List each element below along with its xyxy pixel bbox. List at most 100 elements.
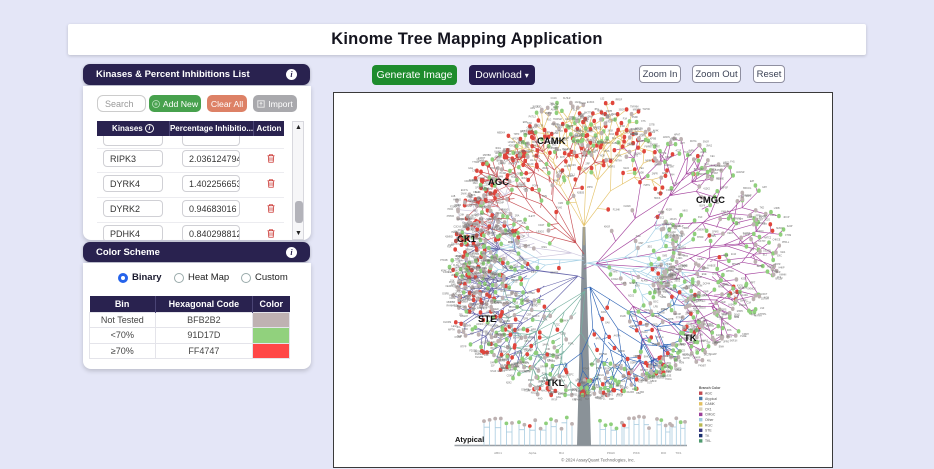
svg-text:CR3SA: CR3SA xyxy=(511,291,519,294)
svg-text:BDGFB: BDGFB xyxy=(672,226,680,228)
svg-text:1KP1G: 1KP1G xyxy=(606,115,614,117)
svg-text:T444A: T444A xyxy=(471,277,478,280)
svg-text:SNM: SNM xyxy=(654,165,659,167)
svg-text:AK4K: AK4K xyxy=(653,129,659,132)
svg-text:RTE: RTE xyxy=(635,356,640,358)
svg-text:ND22: ND22 xyxy=(628,296,635,298)
svg-text:HLK: HLK xyxy=(705,164,710,166)
svg-text:T2C: T2C xyxy=(556,325,561,327)
svg-text:KNGB: KNGB xyxy=(455,337,462,339)
svg-text:HK1: HK1 xyxy=(609,394,614,396)
svg-text:HPKK: HPKK xyxy=(722,215,729,217)
svg-text:RSPGD: RSPGD xyxy=(599,354,608,356)
svg-text:RTFP: RTFP xyxy=(460,346,466,348)
svg-text:DKGT: DKGT xyxy=(627,379,634,381)
svg-text:HATC2: HATC2 xyxy=(764,237,772,240)
svg-text:1MFE: 1MFE xyxy=(567,127,574,129)
svg-text:KDC: KDC xyxy=(656,282,661,284)
svg-text:DMR: DMR xyxy=(588,116,594,118)
svg-text:PLG: PLG xyxy=(536,304,541,306)
svg-text:ABC1: ABC1 xyxy=(494,451,502,455)
svg-text:3KDM: 3KDM xyxy=(626,369,632,371)
svg-text:E3E: E3E xyxy=(667,376,672,378)
svg-text:FNC: FNC xyxy=(549,368,554,370)
svg-text:4LETT: 4LETT xyxy=(528,216,535,218)
svg-text:PKNBT: PKNBT xyxy=(698,366,706,368)
svg-text:GBEN: GBEN xyxy=(727,294,734,296)
svg-text:DSHPB: DSHPB xyxy=(521,390,529,392)
svg-text:KNPFC: KNPFC xyxy=(532,316,540,318)
svg-text:CER: CER xyxy=(721,302,726,304)
svg-text:AKFNH: AKFNH xyxy=(754,314,762,317)
svg-text:F21: F21 xyxy=(542,374,547,376)
svg-text:TIF1: TIF1 xyxy=(675,451,681,455)
svg-text:FCL4H: FCL4H xyxy=(673,279,681,281)
svg-text:BGN: BGN xyxy=(660,348,665,350)
svg-text:KMF: KMF xyxy=(558,203,563,205)
svg-text:HDA: HDA xyxy=(645,309,650,312)
svg-text:GER: GER xyxy=(494,309,499,311)
svg-text:4MRK: 4MRK xyxy=(688,150,695,152)
svg-text:3R1N: 3R1N xyxy=(726,336,732,338)
svg-text:HKG: HKG xyxy=(647,143,652,145)
svg-text:SSLH: SSLH xyxy=(462,223,468,225)
svg-text:FLN: FLN xyxy=(529,350,534,352)
svg-text:1M4: 1M4 xyxy=(670,174,675,176)
svg-text:4GT: 4GT xyxy=(563,150,568,152)
svg-text:HNE: HNE xyxy=(734,317,739,319)
svg-text:KH1R: KH1R xyxy=(604,226,610,228)
svg-text:DM4: DM4 xyxy=(473,183,479,185)
svg-text:BCHKS: BCHKS xyxy=(513,337,521,339)
svg-text:GRT: GRT xyxy=(680,143,685,145)
svg-text:FLPPM: FLPPM xyxy=(576,131,584,133)
svg-text:KSF: KSF xyxy=(698,217,703,219)
svg-text:MTNH: MTNH xyxy=(615,160,622,162)
svg-text:TL2TG: TL2TG xyxy=(722,285,729,287)
svg-text:ME32: ME32 xyxy=(607,392,614,394)
svg-text:4GK2B: 4GK2B xyxy=(509,146,517,148)
svg-text:DG12: DG12 xyxy=(657,193,664,195)
svg-text:BKSBC: BKSBC xyxy=(650,365,658,367)
svg-text:KRT: KRT xyxy=(584,169,589,171)
svg-text:EKC: EKC xyxy=(777,255,782,257)
svg-text:ADR: ADR xyxy=(600,155,605,158)
svg-text:LGSAH: LGSAH xyxy=(503,302,511,305)
svg-text:HT1H: HT1H xyxy=(738,196,744,198)
svg-text:KEK: KEK xyxy=(703,321,708,323)
svg-text:PCA: PCA xyxy=(676,248,681,251)
svg-text:HFAE: HFAE xyxy=(553,180,559,183)
svg-text:TTMR: TTMR xyxy=(472,162,479,164)
svg-text:ML4DD: ML4DD xyxy=(572,141,580,143)
svg-text:F3DHC: F3DHC xyxy=(666,190,674,192)
svg-text:ECL: ECL xyxy=(632,389,637,391)
svg-text:HC4: HC4 xyxy=(712,169,717,171)
svg-text:RBK: RBK xyxy=(653,268,658,270)
svg-text:M3GL: M3GL xyxy=(616,156,623,158)
svg-text:24B: 24B xyxy=(550,103,555,105)
svg-text:E2P: E2P xyxy=(750,181,755,183)
svg-text:M4S: M4S xyxy=(746,196,751,198)
svg-text:PDM: PDM xyxy=(679,362,684,364)
svg-text:PNPP: PNPP xyxy=(596,368,603,370)
svg-text:KRK: KRK xyxy=(515,162,520,164)
svg-text:2RA: 2RA xyxy=(515,214,520,217)
svg-text:K4NN1: K4NN1 xyxy=(716,335,724,337)
svg-text:NKG1: NKG1 xyxy=(585,395,592,397)
svg-text:MEEK4: MEEK4 xyxy=(497,133,506,135)
svg-text:DSDP: DSDP xyxy=(519,236,526,238)
svg-text:GS2SB: GS2SB xyxy=(763,251,771,253)
svg-text:SHB: SHB xyxy=(502,268,507,270)
svg-text:1PGF: 1PGF xyxy=(517,353,524,355)
svg-text:KLR: KLR xyxy=(479,219,484,221)
svg-text:1K4: 1K4 xyxy=(777,277,782,279)
svg-text:FGK4: FGK4 xyxy=(532,185,539,187)
svg-text:CAMK: CAMK xyxy=(537,136,566,147)
svg-text:TTN: TTN xyxy=(575,144,580,146)
svg-text:E4K: E4K xyxy=(688,155,693,157)
svg-text:RPAMG: RPAMG xyxy=(574,398,582,401)
svg-text:RHFH3: RHFH3 xyxy=(504,365,512,367)
svg-text:RF3F: RF3F xyxy=(552,399,558,401)
svg-text:M3EFC: M3EFC xyxy=(469,201,477,203)
svg-text:RDGP: RDGP xyxy=(519,183,526,185)
svg-text:KSD: KSD xyxy=(636,236,641,238)
